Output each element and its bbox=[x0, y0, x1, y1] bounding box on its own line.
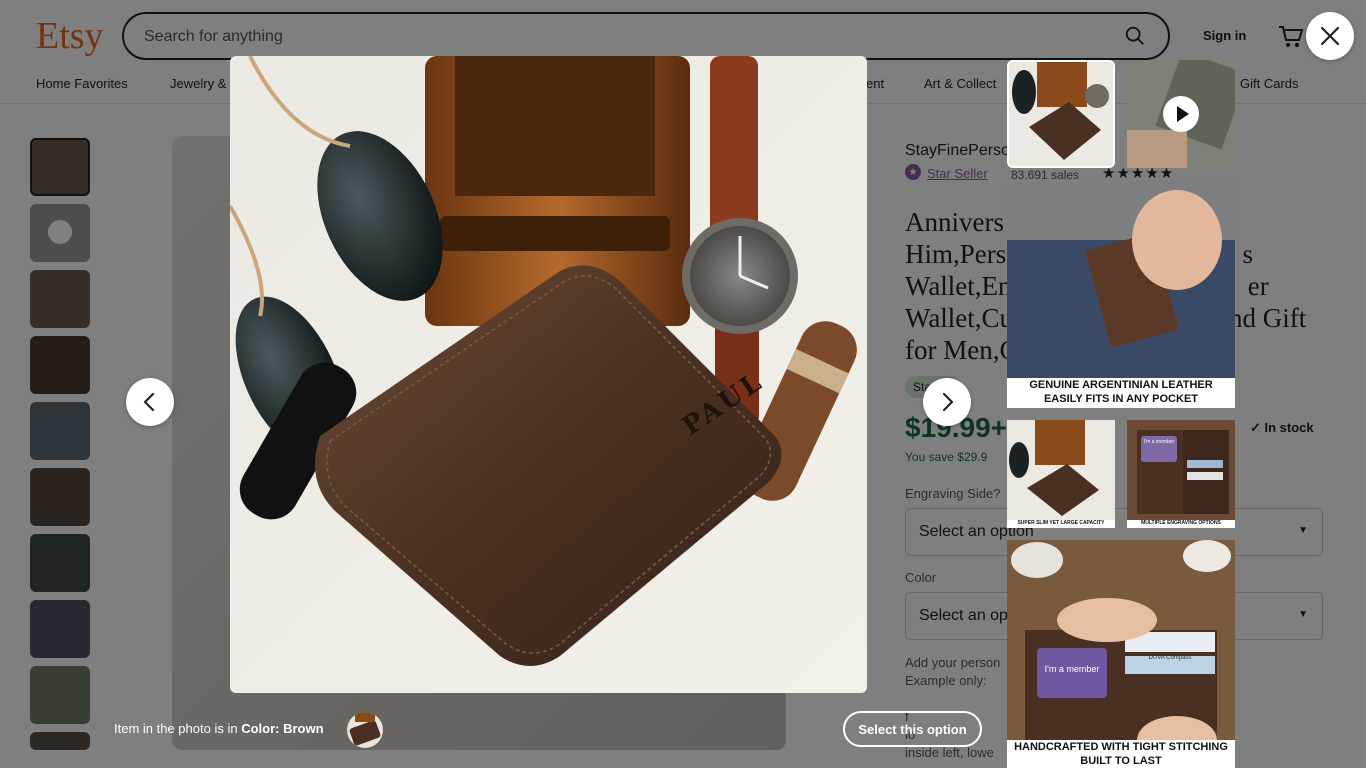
caption-prefix: Item in the photo is in bbox=[114, 721, 242, 736]
gallery-caption-line: EASILY FITS IN ANY POCKET bbox=[1043, 393, 1199, 405]
play-icon bbox=[1163, 96, 1199, 132]
chevron-right-icon bbox=[942, 392, 954, 412]
gallery-video[interactable] bbox=[1127, 60, 1235, 168]
gallery-caption: GENUINE ARGENTINIAN LEATHER EASILY FITS … bbox=[1007, 378, 1235, 408]
gallery-image-slim[interactable]: SUPER SLIM YET LARGE CAPACITY bbox=[1007, 420, 1115, 528]
gallery-caption: SUPER SLIM YET LARGE CAPACITY bbox=[1007, 520, 1115, 528]
select-this-option-button[interactable]: Select this option bbox=[843, 711, 982, 747]
gallery-caption-line: GENUINE ARGENTINIAN LEATHER bbox=[1029, 379, 1213, 391]
close-icon bbox=[1320, 26, 1340, 46]
gallery-caption-line: HANDCRAFTED WITH TIGHT STITCHING bbox=[1014, 741, 1228, 753]
photo-color-caption: Item in the photo is in Color: Brown bbox=[114, 721, 324, 736]
brand-card-text: DUVA Compass bbox=[1148, 655, 1192, 661]
close-button[interactable] bbox=[1306, 12, 1354, 60]
gallery-caption: HANDCRAFTED WITH TIGHT STITCHING BUILT T… bbox=[1007, 740, 1235, 768]
caption-color: Color: Brown bbox=[241, 721, 324, 736]
gallery-caption-line: BUILT TO LAST bbox=[1080, 755, 1162, 767]
wallet-photo: PAUL bbox=[230, 56, 867, 693]
gallery-image-engraving[interactable]: I'm a member MULTIPLE ENGRAVING OPTIONS bbox=[1127, 420, 1235, 528]
gallery-caption: MULTIPLE ENGRAVING OPTIONS bbox=[1127, 520, 1235, 528]
lightbox-main-photo[interactable]: PAUL bbox=[230, 56, 867, 693]
member-card-text: I'm a member bbox=[1143, 439, 1175, 445]
image-gallery: GENUINE ARGENTINIAN LEATHER EASILY FITS … bbox=[1007, 60, 1235, 768]
previous-image-button[interactable] bbox=[126, 378, 174, 426]
gallery-image-stitching[interactable]: I'm a member DUVA Compass HANDCRAFTED WI… bbox=[1007, 540, 1235, 768]
gallery-image-selected[interactable] bbox=[1007, 60, 1115, 168]
chevron-left-icon bbox=[143, 392, 155, 412]
color-swatch bbox=[347, 712, 383, 748]
next-image-button[interactable] bbox=[923, 378, 971, 426]
member-card-text: I'm a member bbox=[1044, 664, 1100, 674]
gallery-image-leather[interactable]: GENUINE ARGENTINIAN LEATHER EASILY FITS … bbox=[1007, 180, 1235, 408]
